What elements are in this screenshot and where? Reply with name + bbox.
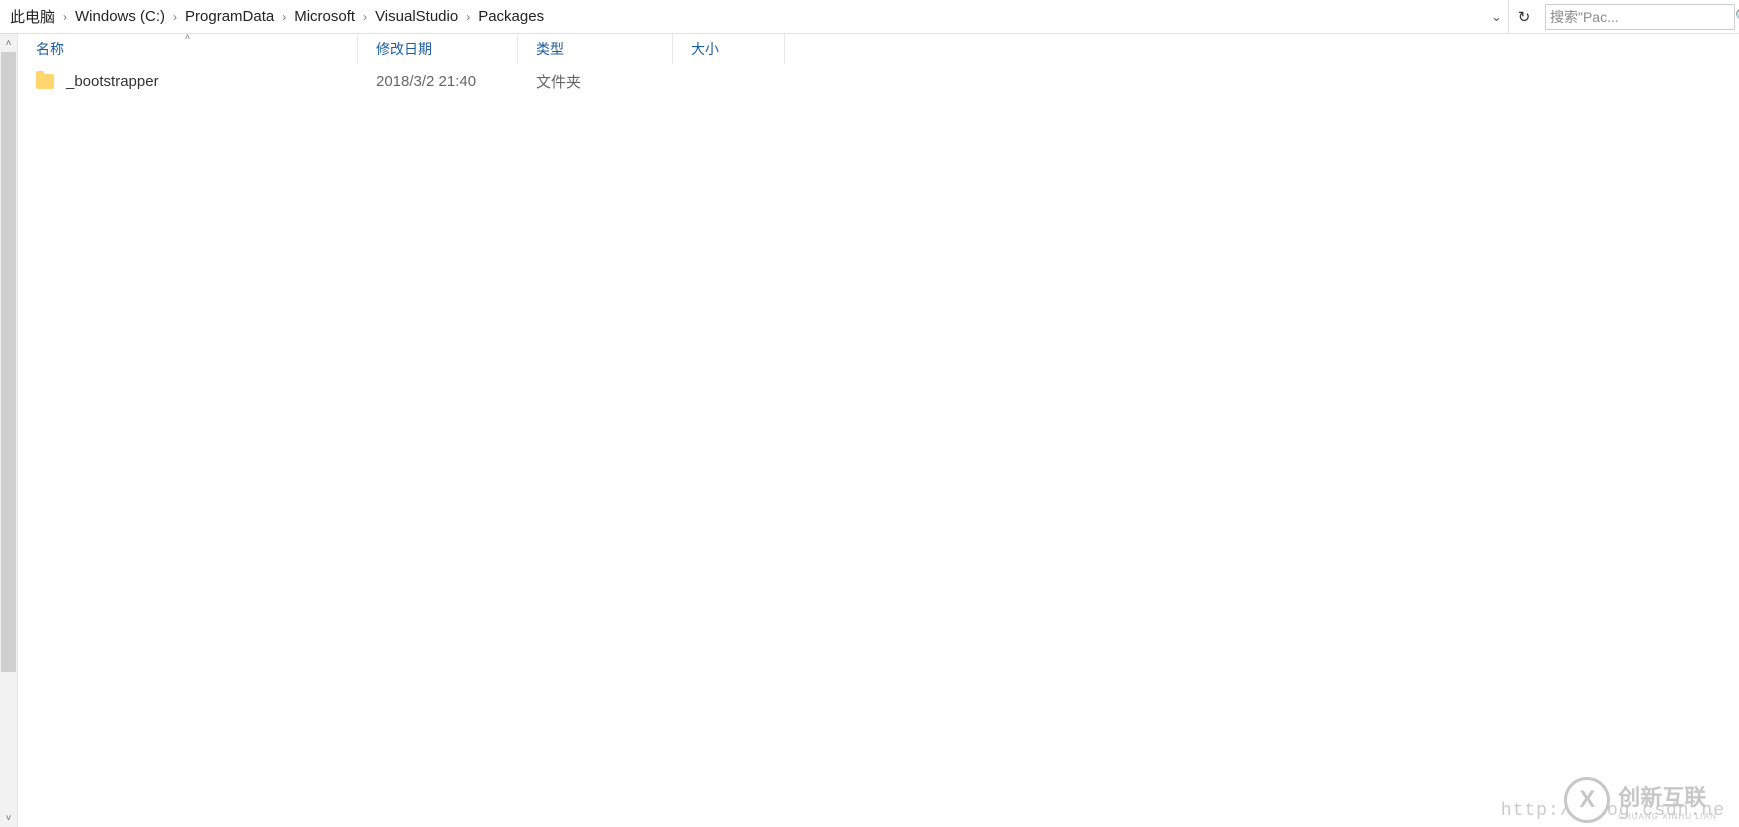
nav-tree-scrollbar[interactable]: ˄ ˅ — [0, 34, 18, 827]
column-header-date[interactable]: 修改日期 — [358, 34, 518, 64]
scroll-thumb[interactable] — [1, 52, 16, 672]
column-header-name[interactable]: ˄ 名称 — [18, 34, 358, 64]
breadcrumb-segment-this-pc[interactable]: 此电脑 — [8, 0, 57, 33]
breadcrumb-segment-drive-c[interactable]: Windows (C:) — [73, 0, 167, 33]
item-name: _bootstrapper — [66, 73, 159, 90]
address-bar: 此电脑 › Windows (C:) › ProgramData › Micro… — [0, 0, 1739, 34]
column-header-label: 名称 — [36, 39, 64, 59]
column-header-label: 修改日期 — [376, 39, 432, 59]
refresh-icon: ↻ — [1518, 8, 1531, 26]
breadcrumb-segment-microsoft[interactable]: Microsoft — [292, 0, 357, 33]
chevron-right-icon[interactable]: › — [460, 0, 476, 33]
chevron-right-icon[interactable]: › — [276, 0, 292, 33]
search-box[interactable]: 🔍 — [1545, 4, 1735, 30]
address-history-dropdown[interactable]: ⌄ — [1485, 0, 1509, 33]
chevron-right-icon[interactable]: › — [167, 0, 183, 33]
content-area: ˄ ˅ ˄ 名称 修改日期 类型 大小 _bootstrapper — [0, 34, 1739, 827]
breadcrumb-segment-programdata[interactable]: ProgramData — [183, 0, 276, 33]
breadcrumb-segment-packages[interactable]: Packages — [476, 0, 546, 33]
scroll-down-icon[interactable]: ˅ — [0, 809, 17, 827]
cell-type: 文件夹 — [518, 71, 673, 92]
column-header-size[interactable]: 大小 — [673, 34, 785, 64]
chevron-down-icon: ⌄ — [1491, 9, 1502, 25]
cell-date: 2018/3/2 21:40 — [358, 73, 518, 90]
column-header-label: 大小 — [691, 39, 719, 59]
column-headers: ˄ 名称 修改日期 类型 大小 — [18, 34, 1739, 64]
chevron-right-icon[interactable]: › — [357, 0, 373, 33]
breadcrumb[interactable]: 此电脑 › Windows (C:) › ProgramData › Micro… — [8, 0, 1485, 33]
column-header-type[interactable]: 类型 — [518, 34, 673, 64]
item-date: 2018/3/2 21:40 — [376, 73, 476, 90]
refresh-button[interactable]: ↻ — [1509, 0, 1539, 33]
item-type: 文件夹 — [536, 71, 581, 92]
sort-ascending-icon: ˄ — [185, 32, 190, 42]
file-list: ˄ 名称 修改日期 类型 大小 _bootstrapper 2018/3/2 2… — [18, 34, 1739, 827]
folder-icon — [36, 74, 54, 89]
search-icon[interactable]: 🔍 — [1731, 8, 1739, 25]
breadcrumb-segment-visualstudio[interactable]: VisualStudio — [373, 0, 460, 33]
column-header-label: 类型 — [536, 39, 564, 59]
list-item[interactable]: _bootstrapper 2018/3/2 21:40 文件夹 — [18, 64, 1739, 98]
search-input[interactable] — [1550, 9, 1731, 25]
chevron-right-icon[interactable]: › — [57, 0, 73, 33]
cell-name: _bootstrapper — [18, 73, 358, 90]
scroll-up-icon[interactable]: ˄ — [0, 34, 17, 52]
